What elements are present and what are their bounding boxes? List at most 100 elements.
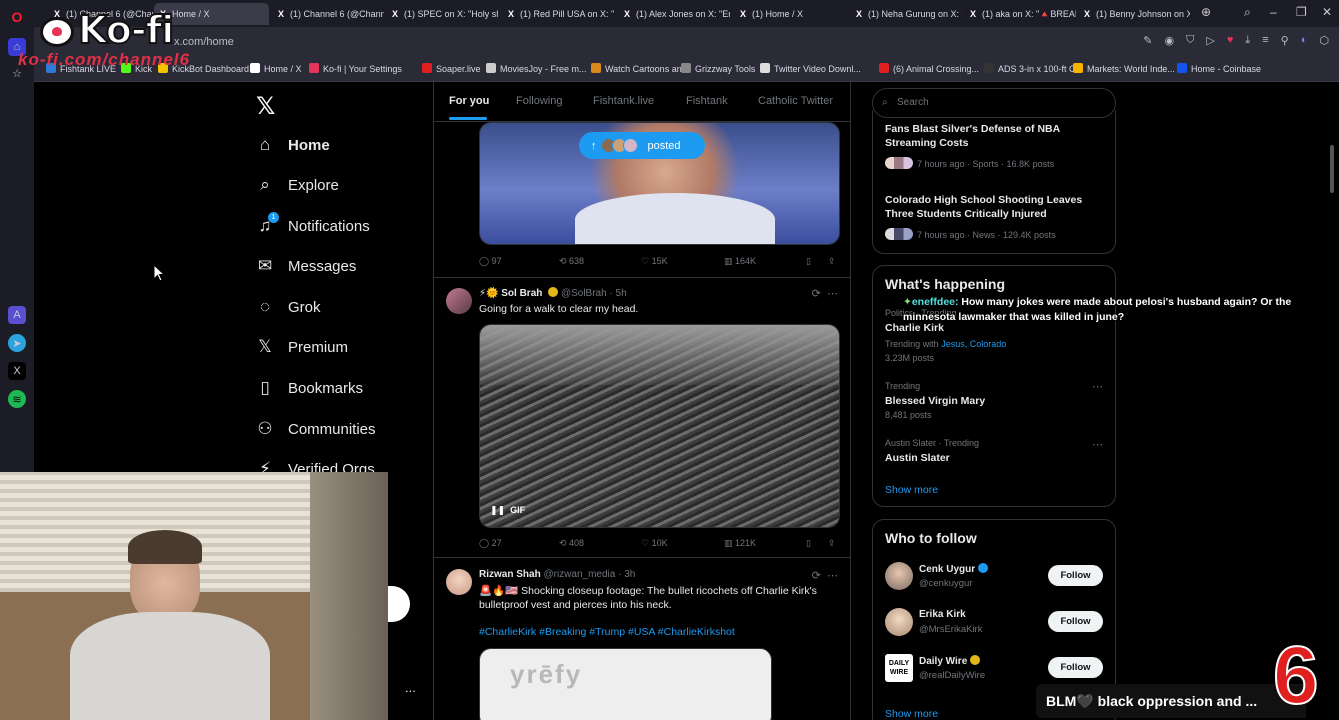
heart-icon[interactable]: ♥ [1227, 34, 1234, 47]
bookmark-item[interactable]: MoviesJoy - Free m... [486, 63, 587, 74]
like-button[interactable]: ♡ 10K [641, 538, 668, 549]
reply-button[interactable]: ◯ 97 [479, 256, 502, 267]
more-options-icon[interactable]: ⟳ ⋯ [812, 287, 838, 300]
more-options-icon[interactable]: ... [405, 680, 416, 695]
bookmark-item[interactable]: Grizzway Tools [681, 63, 755, 74]
follow-button[interactable]: Follow [1048, 565, 1103, 586]
x-app-icon[interactable]: X [8, 362, 26, 380]
avatar[interactable] [446, 288, 472, 314]
profile-icon[interactable]: ⚲ [1281, 34, 1289, 47]
nav-item-home[interactable]: ⌂ Home [254, 130, 330, 160]
edit-icon[interactable]: ✎ [1143, 34, 1152, 47]
shield-icon[interactable]: ⛉ [1186, 34, 1194, 47]
bookmark-icon[interactable]: ▯ [806, 256, 811, 267]
more-options-icon[interactable]: ⋯ [1092, 380, 1103, 393]
address-bar-row: x.com/home ✎ ◉ ⛉ ▷ ♥ ⤓ ≡ ⚲ ◐ ⬡ [34, 27, 1339, 57]
bookmark-item[interactable]: Twitter Video Downl... [760, 63, 861, 74]
share-icon[interactable]: ⇪ [828, 256, 836, 267]
show-more-link[interactable]: Show more [885, 484, 938, 496]
tab[interactable]: X (1) Neha Gurung on X: "B [850, 3, 962, 25]
trend-name[interactable]: Austin Slater [885, 451, 1105, 465]
bookmark-item[interactable]: Ko-fi | Your Settings [309, 63, 402, 74]
bookmark-item[interactable]: Home - Coinbase [1177, 63, 1261, 74]
account-name[interactable]: Erika Kirk [919, 609, 966, 620]
close-icon[interactable]: ✕ [1322, 5, 1332, 19]
bookmark-icon[interactable]: ▯ [806, 538, 811, 549]
extensions-icon[interactable]: ⬡ [1319, 34, 1329, 47]
spotify-icon[interactable]: ≋ [8, 390, 26, 408]
account-name[interactable]: Daily Wire [919, 655, 981, 667]
post-author[interactable]: Rizwan Shah @rizwan_media · 3h [479, 569, 635, 580]
bookmark-item[interactable]: Watch Cartoons an... [591, 63, 689, 74]
nav-item-explore[interactable]: ⌕ Explore [254, 170, 339, 200]
follow-button[interactable]: Follow [1048, 657, 1103, 678]
play-icon[interactable]: ▷ [1206, 34, 1214, 47]
x-logo-icon[interactable]: 𝕏 [256, 92, 275, 121]
gif-controls[interactable]: ❚❚ GIF [490, 505, 525, 516]
minimize-icon[interactable]: – [1270, 5, 1277, 19]
nav-item-grok[interactable]: ◌ Grok [254, 292, 321, 322]
nav-item-bookmarks[interactable]: ▯ Bookmarks [254, 373, 363, 403]
vpn-icon[interactable]: ◐ [1301, 34, 1308, 47]
tab-for-you[interactable]: For you [449, 95, 489, 107]
tab[interactable]: X (1) Home / X [734, 3, 846, 25]
bookmark-item[interactable]: (6) Animal Crossing... [879, 63, 979, 74]
menu-icon[interactable]: ≡ [1262, 34, 1268, 47]
tab[interactable]: X(1) Red Pill USA on X: "Ch [502, 3, 614, 25]
show-more-link[interactable]: Show more [885, 708, 938, 720]
bookmark-favicon-icon [879, 63, 889, 73]
aria-icon[interactable]: A [8, 306, 26, 324]
tab-fishtank-live[interactable]: Fishtank.live [593, 95, 654, 107]
post-hashtags[interactable]: #CharlieKirk #Breaking #Trump #USA #Char… [479, 626, 735, 638]
trend-title[interactable]: Fans Blast Silver's Defense of NBA Strea… [885, 122, 1105, 150]
download-icon[interactable]: ⤓ [1245, 34, 1250, 47]
account-name[interactable]: Cenk Uygur [919, 563, 989, 575]
post-video[interactable]: yrēfy [479, 648, 772, 720]
bookmark-item[interactable]: Markets: World Inde... [1073, 63, 1175, 74]
avatar[interactable] [446, 569, 472, 595]
post-author[interactable]: ⚡🌞 Sol Brah @SolBrah · 5h [479, 287, 627, 299]
bookmark-item[interactable]: Soaper.live [422, 63, 481, 74]
trend-title[interactable]: Colorado High School Shooting Leaves Thr… [885, 193, 1105, 221]
share-icon[interactable]: ⇪ [828, 538, 836, 549]
scrollbar[interactable] [1330, 145, 1334, 193]
new-tab-icon[interactable]: ⊕ [1201, 5, 1211, 19]
more-options-icon[interactable]: ⟳ ⋯ [812, 569, 838, 582]
follow-button[interactable]: Follow [1048, 611, 1103, 632]
tab[interactable]: X(1) SPEC on X: "Holy shit t [386, 3, 498, 25]
bookmark-item[interactable]: Home / X [250, 63, 302, 74]
tab[interactable]: X(1) Alex Jones on X: "Eme [618, 3, 730, 25]
telegram-icon[interactable]: ➤ [8, 334, 26, 352]
tab-catholic-twitter[interactable]: Catholic Twitter [758, 95, 833, 107]
repost-button[interactable]: ⟲ 408 [559, 538, 584, 549]
maximize-icon[interactable]: ❐ [1296, 5, 1307, 19]
daily-wire-logo-icon[interactable]: DAILY WIRE [885, 654, 913, 682]
reply-button[interactable]: ◯ 27 [479, 538, 502, 549]
opera-logo-icon[interactable]: O [8, 8, 26, 26]
repost-button[interactable]: ⟲ 638 [559, 256, 584, 267]
nav-item-messages[interactable]: ✉ Messages [254, 251, 357, 281]
avatar[interactable] [885, 608, 913, 636]
bookmark-favicon-icon [309, 63, 319, 73]
nav-item-notifications[interactable]: ♫ 1 Notifications [254, 211, 370, 241]
search-tabs-icon[interactable]: ⌕ [1244, 5, 1251, 20]
views-button[interactable]: ▥ 164K [724, 256, 756, 267]
tab[interactable]: X(1) Benny Johnson on X: " [1078, 3, 1190, 25]
compose-button-partial[interactable] [388, 586, 410, 622]
camera-icon[interactable]: ◉ [1165, 34, 1175, 47]
address-input[interactable]: x.com/home [174, 33, 1074, 52]
avatar[interactable] [885, 562, 913, 590]
tab[interactable]: X(1) aka on X: "🔺BREAKIN [964, 3, 1076, 25]
trend-name[interactable]: Blessed Virgin Mary [885, 394, 1105, 408]
tab-following[interactable]: Following [516, 95, 562, 107]
bookmark-item[interactable]: ADS 3-in x 100-ft C... [984, 63, 1083, 74]
new-posts-pill[interactable]: ↑ posted [579, 132, 705, 159]
tab[interactable]: X(1) Channel 6 (@Channel6 [272, 3, 384, 25]
nav-item-premium[interactable]: 𝕏 Premium [254, 332, 348, 362]
tab-fishtank[interactable]: Fishtank [686, 95, 728, 107]
like-button[interactable]: ♡ 15K [641, 256, 668, 267]
nav-item-communities[interactable]: ⚇ Communities [254, 414, 375, 444]
post-gif[interactable]: ❚❚ GIF [479, 324, 840, 528]
views-button[interactable]: ▥ 121K [724, 538, 756, 549]
more-options-icon[interactable]: ⋯ [1092, 438, 1103, 451]
